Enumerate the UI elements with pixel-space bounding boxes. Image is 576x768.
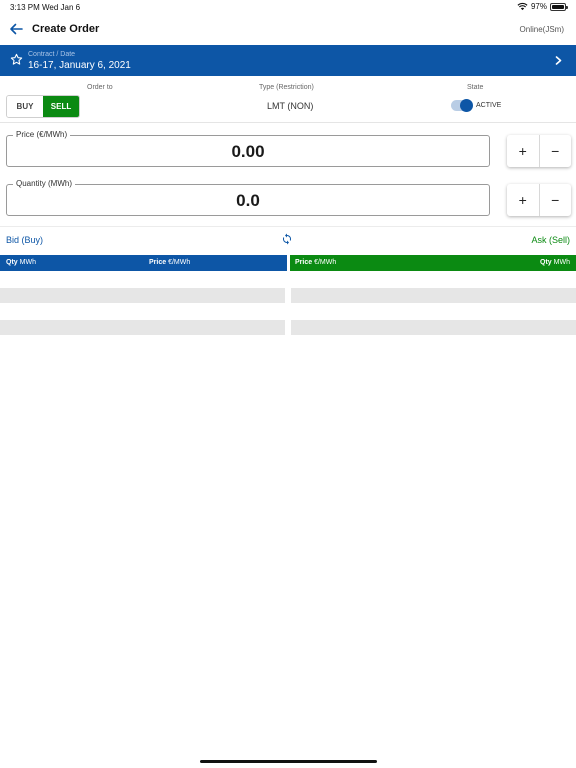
bid-price-header: Price €/MWh xyxy=(149,259,191,266)
battery-percent: 97% xyxy=(530,2,547,11)
bid-qty-header: Qty MWh xyxy=(6,259,36,266)
refresh-icon[interactable] xyxy=(281,233,293,245)
price-stepper: + − xyxy=(507,135,571,167)
home-indicator[interactable] xyxy=(200,760,377,763)
status-date: Wed Jan 6 xyxy=(42,3,81,12)
contract-label: Contract / Date xyxy=(28,51,76,58)
battery-icon xyxy=(550,2,568,11)
price-decrement-button[interactable]: − xyxy=(538,135,572,167)
order-settings-row: Order to BUY SELL Type (Restriction) LMT… xyxy=(0,76,576,123)
bid-row-placeholder xyxy=(0,288,285,303)
state-label: State xyxy=(467,84,484,91)
page-title: Create Order xyxy=(32,23,100,35)
buy-button[interactable]: BUY xyxy=(7,96,43,117)
type-value[interactable]: LMT (NON) xyxy=(267,101,313,111)
ask-row-placeholder xyxy=(291,288,576,303)
price-field[interactable]: Price (€/MWh) 0.00 xyxy=(6,130,490,167)
quantity-stepper: + − xyxy=(507,184,571,216)
ask-row-placeholder xyxy=(291,320,576,335)
star-icon[interactable] xyxy=(10,53,23,66)
quantity-decrement-button[interactable]: − xyxy=(538,184,572,216)
state-value: ACTIVE xyxy=(476,102,502,109)
type-label: Type (Restriction) xyxy=(259,84,314,91)
ask-price-header: Price €/MWh xyxy=(295,259,337,266)
quantity-label: Quantity (MWh) xyxy=(13,179,76,188)
status-right: 97% xyxy=(517,2,568,11)
state-toggle[interactable] xyxy=(451,99,473,112)
quantity-increment-button[interactable]: + xyxy=(507,184,539,216)
bid-table-header: Qty MWh Price €/MWh xyxy=(0,255,287,271)
divider xyxy=(0,226,576,227)
price-increment-button[interactable]: + xyxy=(507,135,539,167)
order-to-label: Order to xyxy=(87,84,113,91)
bid-title[interactable]: Bid (Buy) xyxy=(6,235,43,245)
toggle-knob xyxy=(460,99,473,112)
contract-selector[interactable]: Contract / Date 16-17, January 6, 2021 xyxy=(0,45,576,76)
price-value[interactable]: 0.00 xyxy=(7,142,489,162)
connection-status: Online(JSm) xyxy=(519,25,564,34)
ask-table-header: Price €/MWh Qty MWh xyxy=(290,255,576,271)
status-time: 3:13 PM xyxy=(10,3,40,12)
order-book-header: Bid (Buy) Ask (Sell) xyxy=(0,233,576,249)
sell-button[interactable]: SELL xyxy=(43,96,79,117)
contract-value: 16-17, January 6, 2021 xyxy=(28,60,131,71)
back-arrow-icon[interactable] xyxy=(9,22,23,36)
side-toggle: BUY SELL xyxy=(6,95,80,118)
quantity-field[interactable]: Quantity (MWh) 0.0 xyxy=(6,179,490,216)
price-label: Price (€/MWh) xyxy=(13,130,71,139)
app-header: Create Order Online(JSm) xyxy=(0,14,576,45)
ask-title[interactable]: Ask (Sell) xyxy=(531,235,570,245)
bid-row-placeholder xyxy=(0,320,285,335)
ask-qty-header: Qty MWh xyxy=(540,259,570,266)
quantity-value[interactable]: 0.0 xyxy=(7,191,489,211)
wifi-icon xyxy=(517,2,528,11)
status-bar: 3:13 PM Wed Jan 6 97% xyxy=(0,0,576,14)
chevron-right-icon xyxy=(555,56,562,65)
